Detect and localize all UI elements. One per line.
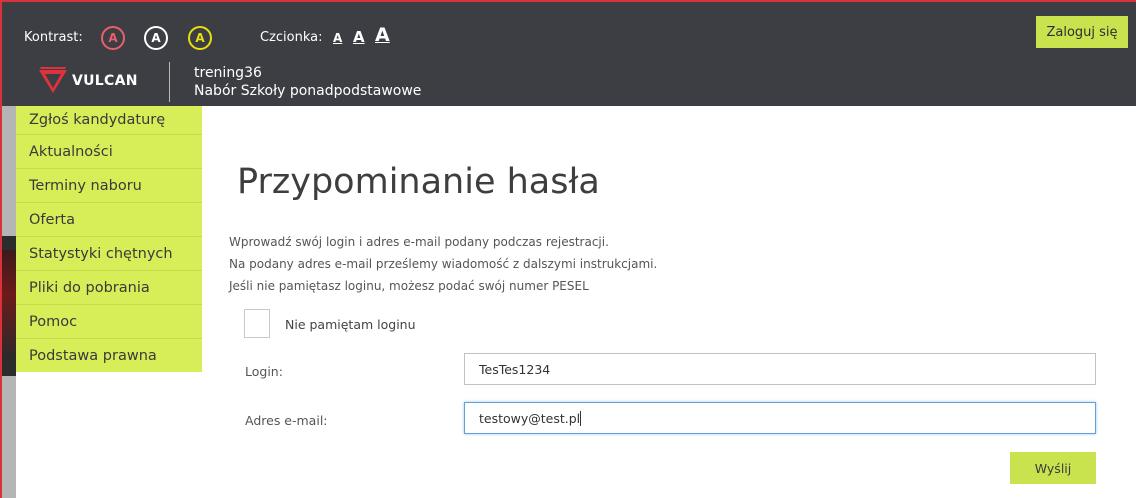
header-divider xyxy=(169,62,170,102)
instruction-line-3: Jeśli nie pamiętasz loginu, możesz podać… xyxy=(229,279,589,293)
font-large-button[interactable]: A xyxy=(375,24,390,46)
contrast-white-button[interactable]: A xyxy=(144,26,168,50)
sidebar-item-podstawa-prawna[interactable]: Podstawa prawna xyxy=(16,339,202,372)
vulcan-logo[interactable]: VULCAN xyxy=(38,66,168,94)
text-caret xyxy=(580,410,582,426)
sidebar-item-aktualnosci[interactable]: Aktualności xyxy=(16,135,202,169)
instruction-line-2: Na podany adres e-mail prześlemy wiadomo… xyxy=(229,257,658,271)
contrast-red-button[interactable]: A xyxy=(101,26,125,50)
sidebar-item-terminy-naboru[interactable]: Terminy naboru xyxy=(16,169,202,203)
sidebar-item-pomoc[interactable]: Pomoc xyxy=(16,305,202,339)
email-input-value: testowy@test.pl xyxy=(479,410,581,426)
login-input[interactable]: TesTes1234 xyxy=(464,353,1096,385)
sidebar-item-zglos-kandydature[interactable]: Zgłoś kandydaturę xyxy=(16,106,202,135)
login-label: Login: xyxy=(245,364,283,379)
vulcan-logo-icon xyxy=(39,67,67,93)
sidebar-menu: Zgłoś kandydaturę Aktualności Terminy na… xyxy=(16,106,202,372)
sidebar-item-pliki[interactable]: Pliki do pobrania xyxy=(16,271,202,305)
page-title: Przypominanie hasła xyxy=(237,162,600,202)
font-medium-button[interactable]: A xyxy=(353,28,365,46)
font-small-button[interactable]: A xyxy=(333,31,342,45)
institution-name: trening36 xyxy=(194,65,262,81)
email-label: Adres e-mail: xyxy=(245,413,328,428)
institution-subtitle: Nabór Szkoły ponadpodstawowe xyxy=(194,83,422,99)
logo-text: VULCAN xyxy=(72,73,138,89)
font-size-label: Czcionka: xyxy=(260,30,323,45)
email-input[interactable]: testowy@test.pl xyxy=(464,402,1096,434)
top-header: Kontrast: A A A Czcionka: A A A Zaloguj … xyxy=(2,2,1136,106)
sidebar-item-oferta[interactable]: Oferta xyxy=(16,203,202,237)
forgot-login-checkbox[interactable] xyxy=(244,309,270,338)
send-button[interactable]: Wyślij xyxy=(1010,452,1096,484)
contrast-label: Kontrast: xyxy=(24,30,83,45)
sidebar-item-statystyki[interactable]: Statystyki chętnych xyxy=(16,237,202,271)
login-input-value: TesTes1234 xyxy=(479,361,551,377)
background-strip-image xyxy=(2,250,16,360)
login-button[interactable]: Zaloguj się xyxy=(1036,16,1128,48)
instruction-line-1: Wprowadź swój login i adres e-mail podan… xyxy=(229,235,609,249)
contrast-yellow-button[interactable]: A xyxy=(188,26,212,50)
forgot-login-label: Nie pamiętam loginu xyxy=(285,317,416,332)
